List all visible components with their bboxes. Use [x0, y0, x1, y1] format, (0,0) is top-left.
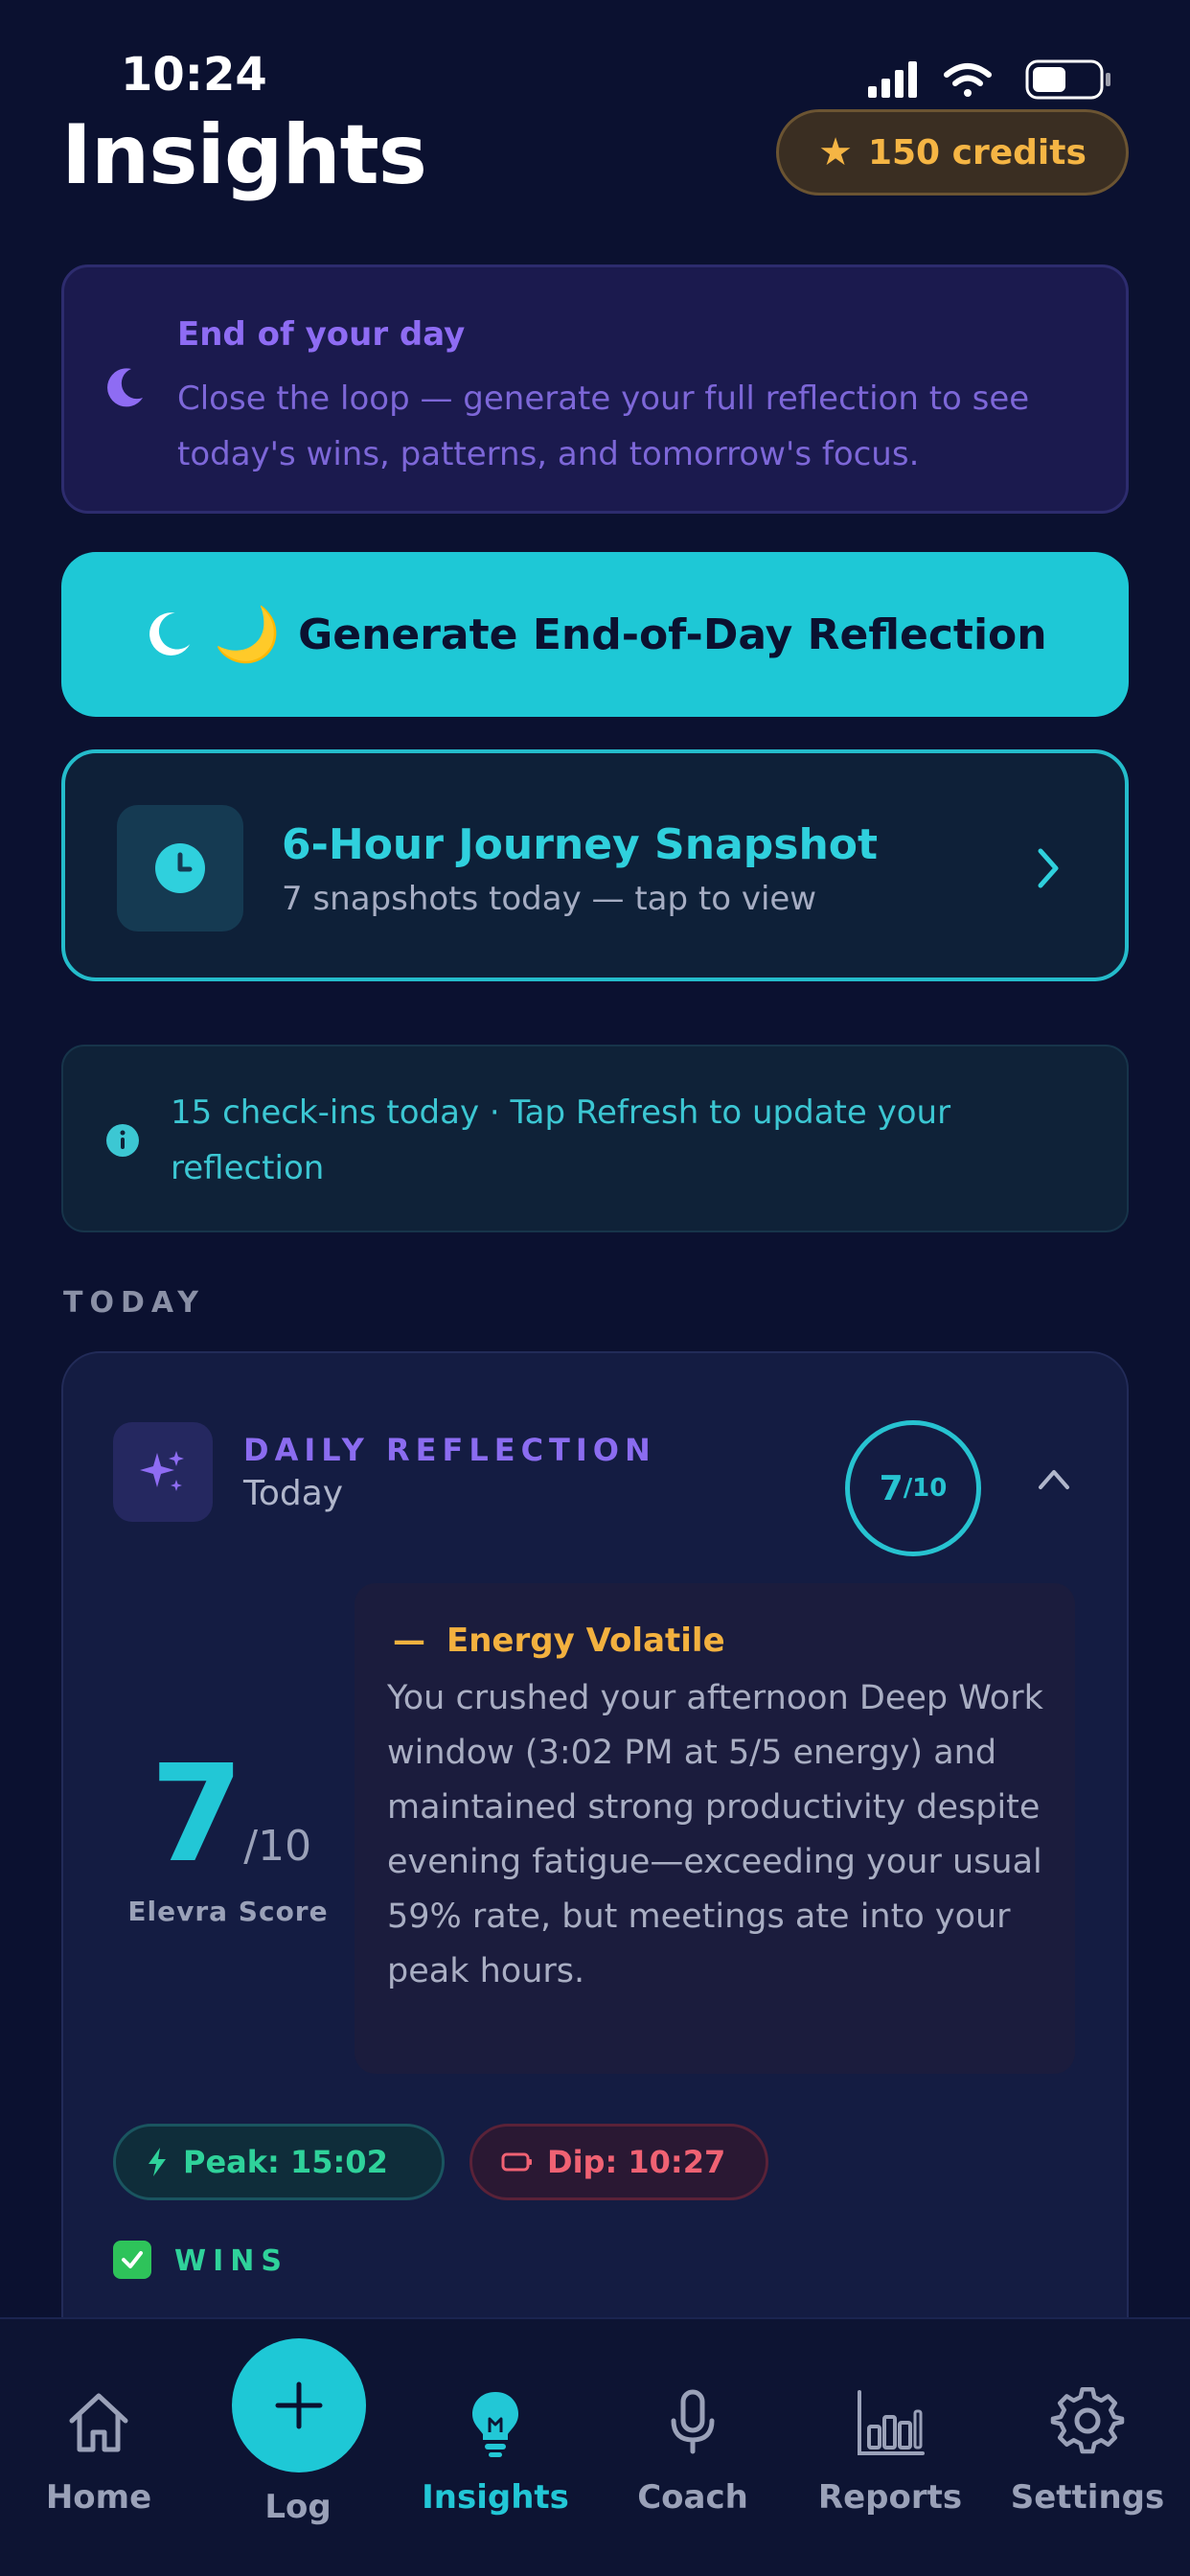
nav-coach[interactable]: Coach [602, 2384, 784, 2517]
section-label-today: TODAY [63, 1286, 205, 1320]
status-icons [868, 59, 1110, 100]
star-icon: ★ [818, 130, 853, 174]
insight-body: You crushed your afternoon Deep Work win… [387, 1679, 1043, 1990]
low-battery-icon [501, 2152, 532, 2172]
generate-reflection-button[interactable]: 🌙 Generate End-of-Day Reflection [61, 552, 1129, 717]
nav-home[interactable]: Home [8, 2384, 190, 2517]
bottom-nav: Home Log Insights Coach Reports Settings [0, 2317, 1190, 2576]
elevra-score-value: 7 [149, 1736, 244, 1893]
elevra-score: 7/10 [140, 1748, 322, 1882]
nav-home-label: Home [45, 2478, 152, 2517]
battery-icon [1025, 59, 1110, 100]
nav-coach-label: Coach [637, 2478, 748, 2517]
crescent-moon-icon [149, 612, 191, 656]
daily-reflection-label: DAILY REFLECTION [243, 1432, 656, 1468]
check-icon [113, 2241, 151, 2279]
checkins-text: 15 check-ins today · Tap Refresh to upda… [171, 1093, 951, 1187]
bar-chart-icon [858, 2390, 925, 2455]
journey-title: 6-Hour Journey Snapshot [282, 820, 879, 869]
end-of-day-card: End of your day Close the loop — generat… [61, 264, 1129, 514]
daily-reflection-card: DAILY REFLECTION Today 7 /10 7/10 Elevra… [61, 1351, 1129, 2358]
signal-icon [868, 61, 917, 98]
insight-title: Energy Volatile [446, 1622, 725, 1660]
peak-pill: Peak: 15:02 [113, 2124, 445, 2200]
gear-icon [1050, 2386, 1125, 2454]
moon-emoji-icon: 🌙 [214, 604, 282, 666]
insight-box: — Energy Volatile You crushed your after… [355, 1583, 1075, 2074]
score-ring-max: /10 [903, 1474, 948, 1503]
wifi-icon [944, 63, 992, 97]
lightning-icon [149, 2148, 166, 2176]
log-add-button[interactable] [232, 2338, 366, 2472]
journey-icon-container [117, 805, 243, 932]
end-of-day-body: Close the loop — generate your full refl… [177, 380, 1030, 473]
info-icon [106, 1124, 139, 1157]
generate-reflection-label: Generate End-of-Day Reflection [298, 610, 1047, 659]
clock-icon [155, 843, 205, 893]
nav-insights-label: Insights [422, 2478, 569, 2517]
status-time: 10:24 [121, 48, 267, 102]
nav-log-label[interactable]: Log [207, 2488, 389, 2526]
home-icon [69, 2393, 128, 2452]
wins-label: WINS [174, 2244, 288, 2278]
insight-dash: — [393, 1622, 425, 1660]
credits-badge[interactable]: ★ 150 credits [776, 109, 1129, 196]
dip-pill: Dip: 10:27 [469, 2124, 768, 2200]
nav-settings-label: Settings [1010, 2478, 1165, 2517]
sparkle-icon-container [113, 1422, 213, 1522]
nav-settings[interactable]: Settings [996, 2384, 1179, 2517]
chevron-right-icon [1038, 848, 1059, 888]
end-of-day-title: End of your day [177, 315, 466, 354]
dip-label: Dip: 10:27 [547, 2144, 726, 2180]
page-title: Insights [61, 107, 427, 203]
nav-insights[interactable]: Insights [404, 2384, 586, 2517]
nav-reports[interactable]: Reports [799, 2384, 981, 2517]
credits-label: 150 credits [867, 132, 1087, 172]
plus-icon [275, 2381, 323, 2429]
chevron-up-icon[interactable] [1035, 1464, 1073, 1493]
elevra-score-max: /10 [243, 1822, 312, 1871]
moon-icon [107, 368, 143, 407]
elevra-score-label: Elevra Score [127, 1896, 329, 1927]
lightbulb-icon [472, 2392, 518, 2457]
sparkle-icon [140, 1451, 184, 1491]
score-ring-value: 7 [879, 1468, 904, 1508]
score-ring: 7 /10 [845, 1420, 981, 1556]
peak-label: Peak: 15:02 [183, 2144, 388, 2180]
journey-subtitle: 7 snapshots today — tap to view [282, 880, 817, 918]
microphone-icon [671, 2389, 715, 2454]
checkins-info-card: 15 check-ins today · Tap Refresh to upda… [61, 1045, 1129, 1232]
daily-reflection-date: Today [243, 1474, 344, 1513]
nav-reports-label: Reports [817, 2478, 963, 2517]
journey-snapshot-card[interactable]: 6-Hour Journey Snapshot 7 snapshots toda… [61, 749, 1129, 981]
